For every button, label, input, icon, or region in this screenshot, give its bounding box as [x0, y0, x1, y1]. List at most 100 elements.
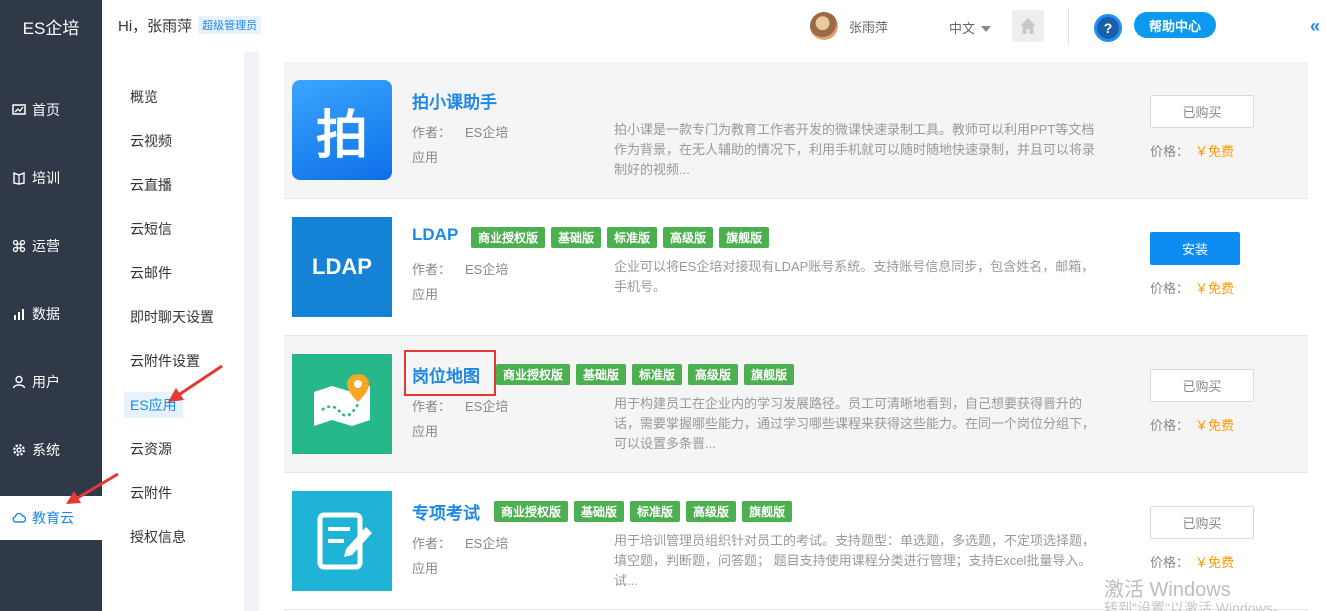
- sidebar-item-home[interactable]: 首页: [0, 88, 102, 132]
- submenu-item-es-apps[interactable]: ES应用: [124, 392, 183, 418]
- app-description: 拍小课是一款专门为教育工作者开发的微课快速录制工具。教师可以利用PPT等文档作为…: [614, 122, 1096, 177]
- chevron-down-icon: [981, 26, 992, 32]
- app-icon-career-map[interactable]: [292, 354, 392, 454]
- collapse-icon[interactable]: «: [1310, 16, 1320, 37]
- price-value: ￥免费: [1195, 418, 1235, 433]
- sidebar-item-training[interactable]: 培训: [0, 156, 102, 200]
- user-icon: [12, 375, 26, 389]
- dashboard-icon: [12, 104, 26, 115]
- price-value: ￥免费: [1195, 144, 1235, 159]
- app-type: 应用: [412, 561, 439, 576]
- app-price: 价格： ￥免费: [1150, 415, 1234, 434]
- tag-basic: 基础版: [576, 364, 627, 385]
- tag-standard: 标准版: [632, 364, 683, 385]
- sidebar-item-label: 用户: [32, 374, 60, 390]
- app-list: 拍 拍小课助手 作者： ES企培 应用 拍小课是一款专门为教育工作者开发的微课快速…: [259, 52, 1326, 611]
- edition-tags: 商业授权版 基础版 标准版 高级版 旗舰版: [496, 364, 795, 385]
- submenu-item-cloud-email[interactable]: 云邮件: [130, 263, 172, 283]
- submenu-item-cloud-live[interactable]: 云直播: [130, 175, 172, 195]
- chart-icon: [14, 309, 24, 320]
- author-value: ES企培: [465, 125, 509, 140]
- greeting-text: Hi，张雨萍: [118, 18, 193, 35]
- help-icon[interactable]: ?: [1094, 14, 1122, 42]
- watermark-subtitle: 转到"设置"以激活 Windows。: [1104, 600, 1287, 611]
- sidebar-item-users[interactable]: 用户: [0, 360, 102, 404]
- divider: [1068, 8, 1069, 44]
- sidebar-item-data[interactable]: 数据: [0, 292, 102, 336]
- app-type: 应用: [412, 424, 439, 439]
- author-value: ES企培: [465, 399, 509, 414]
- author-value: ES企培: [465, 262, 509, 277]
- submenu-item-cloud-video[interactable]: 云视频: [130, 131, 172, 151]
- tag-advanced: 高级版: [688, 364, 739, 385]
- app-title[interactable]: 专项考试: [412, 499, 480, 524]
- sidebar-item-label: 运营: [32, 238, 60, 254]
- role-badge: 超级管理员: [198, 16, 262, 34]
- home-button[interactable]: [1012, 10, 1044, 42]
- submenu-item-cloud-attachments[interactable]: 云附件: [130, 483, 172, 503]
- author-label: 作者：: [412, 536, 452, 551]
- tag-commercial: 商业授权版: [494, 501, 569, 522]
- language-select[interactable]: 中文: [949, 18, 992, 37]
- gear-icon: [13, 444, 25, 456]
- map-icon: [314, 374, 370, 426]
- app-icon-exam[interactable]: [292, 491, 392, 591]
- sub-menu: 概览 云视频 云直播 云短信 云邮件 即时聊天设置 云附件设置 ES应用 云资源…: [102, 52, 244, 611]
- language-label: 中文: [949, 21, 976, 36]
- install-button[interactable]: 安装: [1150, 232, 1240, 265]
- user-name[interactable]: 张雨萍: [849, 17, 888, 36]
- highlight-box: [404, 350, 496, 396]
- sidebar-item-education-cloud[interactable]: 教育云: [0, 496, 102, 540]
- tag-commercial: 商业授权版: [471, 227, 546, 248]
- tag-basic: 基础版: [551, 227, 602, 248]
- app-author: 作者： ES企培: [412, 122, 508, 141]
- app-icon-ldap[interactable]: LDAP: [292, 217, 392, 317]
- sidebar-item-label: 教育云: [32, 510, 74, 526]
- sidebar-item-operations[interactable]: 运营: [0, 224, 102, 268]
- app-type: 应用: [412, 150, 439, 165]
- author-label: 作者：: [412, 125, 452, 140]
- app-description: 用于构建员工在企业内的学习发展路径。员工可清晰地看到，自己想要获得晋升的话，需要…: [614, 396, 1096, 451]
- submenu-item-chat-settings[interactable]: 即时聊天设置: [130, 307, 214, 327]
- book-icon: [13, 171, 25, 185]
- app-title[interactable]: LDAP: [412, 225, 458, 245]
- submenu-item-cloud-resources[interactable]: 云资源: [130, 439, 172, 459]
- edition-tags: 商业授权版 基础版 标准版 高级版 旗舰版: [471, 227, 770, 248]
- price-label: 价格：: [1150, 144, 1190, 159]
- app-price: 价格： ￥免费: [1150, 552, 1234, 571]
- home-icon: [1020, 18, 1036, 34]
- submenu-item-overview[interactable]: 概览: [130, 87, 158, 107]
- edition-tags: 商业授权版 基础版 标准版 高级版 旗舰版: [494, 501, 793, 522]
- tag-standard: 标准版: [630, 501, 681, 522]
- logo[interactable]: ES企培: [0, 0, 102, 52]
- app-icon-label: 拍: [315, 105, 368, 166]
- app-price: 价格： ￥免费: [1150, 278, 1234, 297]
- app-author: 作者： ES企培: [412, 259, 508, 278]
- command-icon: [12, 239, 26, 253]
- purchased-button[interactable]: 已购买: [1150, 506, 1254, 539]
- author-label: 作者：: [412, 262, 452, 277]
- submenu-item-cloud-sms[interactable]: 云短信: [130, 219, 172, 239]
- sidebar-item-system[interactable]: 系统: [0, 428, 102, 472]
- sidebar-item-label: 培训: [32, 170, 60, 186]
- price-value: ￥免费: [1195, 555, 1235, 570]
- author-value: ES企培: [465, 536, 509, 551]
- app-description: 用于培训管理员组织针对员工的考试。支持题型：单选题，多选题，不定项选择题，填空题…: [614, 533, 1096, 588]
- price-label: 价格：: [1150, 418, 1190, 433]
- help-center-button[interactable]: 帮助中心: [1134, 12, 1216, 38]
- submenu-item-license-info[interactable]: 授权信息: [130, 527, 186, 547]
- price-value: ￥免费: [1195, 281, 1235, 296]
- author-label: 作者：: [412, 399, 452, 414]
- price-label: 价格：: [1150, 281, 1190, 296]
- avatar[interactable]: [810, 12, 838, 40]
- tag-flagship: 旗舰版: [744, 364, 795, 385]
- submenu-item-attachment-settings[interactable]: 云附件设置: [130, 351, 200, 371]
- app-title[interactable]: 拍小课助手: [412, 88, 497, 113]
- purchased-button[interactable]: 已购买: [1150, 95, 1254, 128]
- purchased-button[interactable]: 已购买: [1150, 369, 1254, 402]
- app-price: 价格： ￥免费: [1150, 141, 1234, 160]
- app-author: 作者： ES企培: [412, 396, 508, 415]
- app-icon-label: LDAP: [312, 254, 372, 279]
- tag-commercial: 商业授权版: [496, 364, 571, 385]
- app-icon-paixiaoke[interactable]: 拍: [292, 80, 392, 180]
